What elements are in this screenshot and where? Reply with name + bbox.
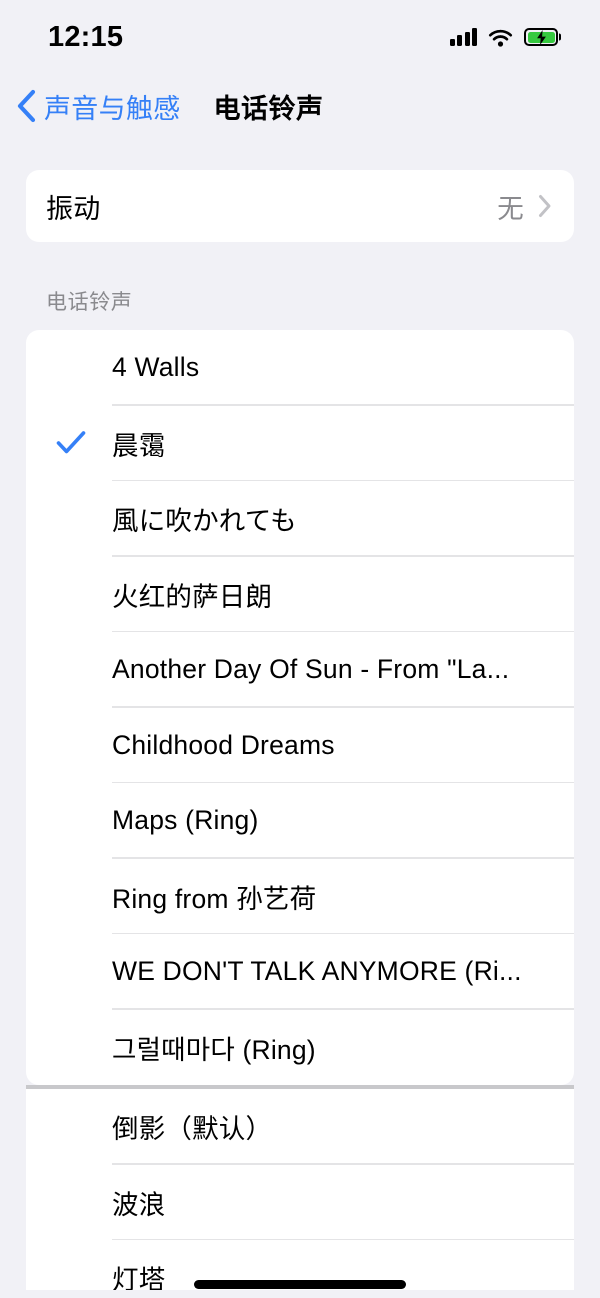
home-indicator-bar[interactable] — [194, 1280, 406, 1289]
system-ringtones-list: 倒影（默认）波浪灯塔 — [26, 1089, 574, 1290]
battery-charging-icon — [524, 28, 558, 46]
vibration-row[interactable]: 振动 无 — [26, 170, 574, 242]
ringtone-row[interactable]: 그럴때마다 (Ring) — [26, 1010, 574, 1086]
chevron-right-icon — [538, 194, 552, 218]
ringtone-row[interactable]: 波浪 — [26, 1165, 574, 1241]
vibration-card: 振动 无 — [26, 170, 574, 242]
ringtone-row[interactable]: 風に吹かれても — [26, 481, 574, 557]
vibration-row-trailing: 无 — [497, 187, 574, 226]
ringtone-row[interactable]: Childhood Dreams — [26, 708, 574, 784]
ringtone-label: Another Day Of Sun - From "La... — [112, 654, 574, 685]
chevron-left-icon — [16, 89, 36, 123]
ringtone-label: 4 Walls — [112, 352, 574, 383]
page-title: 电话铃声 — [214, 87, 324, 126]
back-button-label: 声音与触感 — [44, 87, 181, 126]
custom-ringtones-card: 4 Walls 晨霭風に吹かれても火红的萨日朗 Another Day Of Sun… — [26, 330, 574, 1085]
checkmark-icon — [26, 430, 112, 456]
ringtone-row[interactable]: 火红的萨日朗 — [26, 557, 574, 633]
ringtone-row[interactable]: Ring from 孙艺荷 — [26, 859, 574, 935]
ringtone-label: 波浪 — [112, 1183, 574, 1222]
ringtone-label: 晨霭 — [112, 424, 574, 463]
vibration-label: 振动 — [46, 187, 100, 226]
ringtone-list-scroll-area[interactable]: 4 Walls 晨霭風に吹かれても火红的萨日朗 Another Day Of Sun… — [0, 330, 600, 1290]
ringtone-row[interactable]: Maps (Ring) — [26, 783, 574, 859]
system-ringtones-card: 倒影（默认）波浪灯塔 — [26, 1089, 574, 1290]
ringtone-label: 倒影（默认） — [112, 1107, 574, 1146]
ringtone-label: 風に吹かれても — [112, 499, 574, 538]
back-button[interactable]: 声音与触感 — [16, 87, 181, 126]
status-bar-indicators — [450, 24, 559, 47]
ringtone-row[interactable]: 晨霭 — [26, 406, 574, 482]
ringtone-label: Ring from 孙艺荷 — [112, 877, 574, 916]
ringtone-row[interactable]: WE DON'T TALK ANYMORE (Ri... — [26, 934, 574, 1010]
ringtone-label: 그럴때마다 (Ring) — [112, 1028, 574, 1067]
vibration-value: 无 — [497, 187, 524, 226]
ringtone-label: 火红的萨日朗 — [112, 575, 574, 614]
wifi-icon — [488, 28, 513, 47]
status-bar-time: 12:15 — [48, 19, 123, 52]
ringtone-label: WE DON'T TALK ANYMORE (Ri... — [112, 956, 574, 987]
cellular-signal-icon — [450, 28, 478, 46]
ringtone-row[interactable]: 4 Walls — [26, 330, 574, 406]
section-header-ringtone: 电话铃声 — [0, 242, 600, 330]
ringtone-row[interactable]: Another Day Of Sun - From "La... — [26, 632, 574, 708]
ringtone-row[interactable]: 倒影（默认） — [26, 1089, 574, 1165]
navigation-bar: 声音与触感 电话铃声 — [0, 70, 600, 142]
ringtone-label: Childhood Dreams — [112, 730, 574, 761]
status-bar: 12:15 — [0, 0, 600, 70]
custom-ringtones-list: 4 Walls 晨霭風に吹かれても火红的萨日朗 Another Day Of Sun… — [26, 330, 574, 1085]
ringtone-label: Maps (Ring) — [112, 805, 574, 836]
